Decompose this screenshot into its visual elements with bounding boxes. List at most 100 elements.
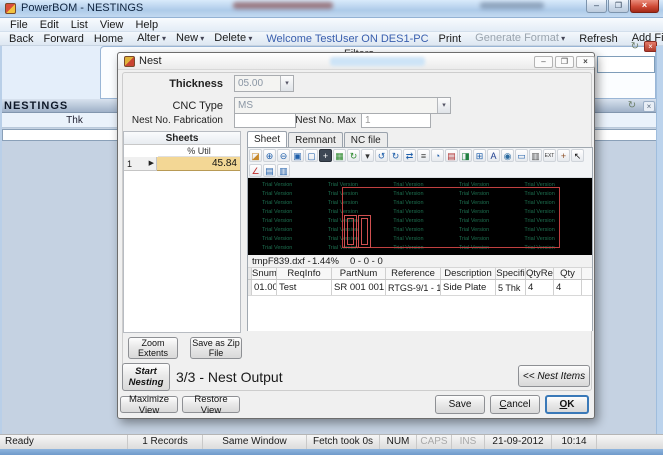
layers-icon[interactable]: ≡	[417, 149, 430, 162]
col-qty[interactable]: Qty	[554, 268, 582, 279]
chevron-down-icon[interactable]	[280, 76, 293, 91]
sheet-row-number: 1	[127, 159, 132, 169]
alter-menu-button[interactable]: Alter	[132, 31, 171, 46]
col-partnum[interactable]: PartNum	[332, 268, 386, 279]
save-icon[interactable]: ▣	[291, 149, 304, 162]
tab-remnant[interactable]: Remnant	[288, 132, 343, 147]
nest-dialog-icon	[124, 56, 135, 67]
col-snum[interactable]: Snum	[252, 268, 277, 279]
cancel-button[interactable]: Cancel	[490, 395, 540, 414]
parts-grid-header: Snum ReqInfo PartNum Reference Descripti…	[248, 268, 592, 280]
menu-file[interactable]: File	[4, 18, 34, 32]
col-qtyre[interactable]: QtyRe	[526, 268, 554, 279]
row-arrow-icon	[149, 157, 154, 171]
dialog-maximize-button[interactable]	[555, 56, 574, 68]
measure-icon[interactable]: ∠	[249, 164, 262, 177]
paste-icon[interactable]: ▥	[277, 164, 290, 177]
dialog-minimize-button[interactable]	[534, 56, 553, 68]
dialog-close-button[interactable]	[576, 56, 595, 68]
restore-view-button[interactable]: Restore View	[182, 396, 240, 413]
plot-icon[interactable]: ◉	[501, 149, 514, 162]
fit-extents-icon[interactable]: ⊞	[473, 149, 486, 162]
copy-icon[interactable]: ▤	[263, 164, 276, 177]
title-bar[interactable]: PowerBOM - NESTINGS	[0, 0, 663, 18]
nest-items-button[interactable]: << Nest Items	[518, 365, 590, 387]
menu-list[interactable]: List	[65, 18, 94, 32]
cnc-type-combo[interactable]: MS	[234, 97, 451, 114]
nestings-title: NESTINGS	[4, 100, 68, 112]
ok-label: OK	[547, 399, 587, 410]
redacted-text	[233, 2, 333, 9]
clock-icon[interactable]: ◔	[431, 149, 444, 162]
minimize-button[interactable]	[586, 0, 607, 13]
image-export-icon[interactable]: ▦	[333, 149, 346, 162]
mirror-icon[interactable]: ⇄	[403, 149, 416, 162]
rotate-right-icon[interactable]: ↻	[389, 149, 402, 162]
home-button[interactable]: Home	[89, 32, 128, 46]
print-button[interactable]: Print	[434, 32, 467, 46]
fill-percent: 1.44%	[312, 255, 339, 268]
table-row[interactable]: 01.00 Test SR 001 001 - 2 RTGS-9/1 - 1 >…	[248, 280, 592, 296]
back-button[interactable]: Back	[4, 32, 38, 46]
palette-icon[interactable]: ▤	[445, 149, 458, 162]
new-menu-button[interactable]: New	[171, 31, 209, 46]
nested-part-inner	[361, 218, 368, 245]
nest-no-fabrication-field[interactable]	[234, 113, 296, 128]
redacted-text	[480, 2, 544, 9]
print-icon[interactable]: ▥	[529, 149, 542, 162]
close-button[interactable]	[630, 0, 659, 13]
dropdown-caret-icon[interactable]: ▾	[361, 149, 374, 162]
thickness-combo[interactable]: 05.00	[234, 75, 294, 92]
cell-qty: 4	[554, 280, 582, 295]
nest-dialog-titlebar[interactable]: Nest	[118, 53, 594, 70]
start-nesting-button[interactable]: Start Nesting	[122, 363, 170, 391]
filter-input[interactable]	[597, 56, 655, 73]
col-description[interactable]: Description	[441, 268, 496, 279]
ok-button[interactable]: OK	[545, 395, 589, 414]
maximize-view-button[interactable]: Maximize View	[120, 396, 178, 413]
sheet-util-cell[interactable]: 45.84	[157, 157, 240, 171]
redacted-text	[330, 57, 425, 66]
nested-part	[358, 215, 371, 248]
refresh-button[interactable]: Refresh	[574, 32, 623, 46]
frame-icon[interactable]: ▭	[515, 149, 528, 162]
toolbar: Back Forward Home Alter New Delete Welco…	[0, 32, 663, 46]
nestings-close-icon[interactable]	[643, 101, 655, 112]
window-view-icon[interactable]: ▢	[305, 149, 318, 162]
save-button[interactable]: Save	[435, 395, 485, 414]
zoom-extents-button[interactable]: Zoom Extents	[128, 337, 178, 359]
menu-edit[interactable]: Edit	[34, 18, 65, 32]
text-label-icon[interactable]: A	[487, 149, 500, 162]
ext-icon[interactable]: EXT	[543, 149, 556, 162]
redraw-icon[interactable]: ↻	[347, 149, 360, 162]
col-specification[interactable]: Specifi	[496, 268, 526, 279]
pick-icon[interactable]: +	[557, 149, 570, 162]
sheet-tab-panel: ◪⊕⊖▣▢+▦↻▾↺↻⇄≡◔▤◨⊞A◉▭▥EXT+↖ ∠▤▥ Trial Ver…	[247, 147, 593, 331]
delete-menu-button[interactable]: Delete	[209, 31, 257, 46]
refresh-pin-icon[interactable]	[626, 100, 638, 111]
col-reqinfo[interactable]: ReqInfo	[277, 268, 332, 279]
save-as-zip-button[interactable]: Save as Zip File	[190, 337, 242, 359]
color-toggle-icon[interactable]: ◨	[459, 149, 472, 162]
menu-view[interactable]: View	[94, 18, 130, 32]
refresh-pin-icon[interactable]	[629, 41, 641, 52]
sheet-row-header[interactable]: 1	[124, 157, 157, 171]
tab-sheet[interactable]: Sheet	[247, 131, 287, 147]
menu-help[interactable]: Help	[129, 18, 164, 32]
counts-label: 0 - 0 - 0	[350, 255, 383, 268]
nest-no-max-field[interactable]: 1	[361, 113, 431, 128]
zoom-in-icon[interactable]: ⊕	[263, 149, 276, 162]
tab-nc-file[interactable]: NC file	[344, 132, 388, 147]
cursor-icon[interactable]: ↖	[571, 149, 584, 162]
zoom-out-icon[interactable]: ⊖	[277, 149, 290, 162]
cad-viewport[interactable]: Trial VersionTrial VersionTrial VersionT…	[248, 178, 592, 255]
chevron-down-icon[interactable]	[437, 98, 450, 113]
open-file-icon[interactable]: ◪	[249, 149, 262, 162]
col-reference[interactable]: Reference	[386, 268, 441, 279]
rotate-left-icon[interactable]: ↺	[375, 149, 388, 162]
util-column-header[interactable]: % Util	[158, 145, 240, 157]
pan-icon[interactable]: +	[319, 149, 332, 162]
generate-format-button[interactable]: Generate Format	[470, 31, 570, 46]
forward-button[interactable]: Forward	[38, 32, 88, 46]
maximize-button[interactable]	[608, 0, 629, 13]
